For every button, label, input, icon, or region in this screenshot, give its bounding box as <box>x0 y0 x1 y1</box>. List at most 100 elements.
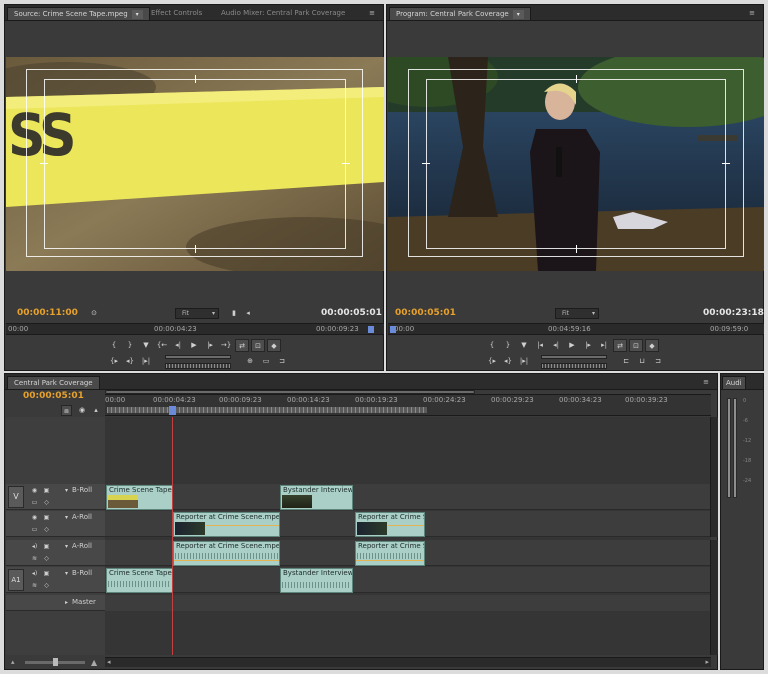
panel-menu-icon[interactable]: ≡ <box>745 8 759 18</box>
audio-clip-reporter-2[interactable]: Reporter at Crime Sce <box>355 541 425 566</box>
go-to-in-icon[interactable]: {← <box>155 339 169 352</box>
output-icon[interactable]: ◆ <box>645 339 659 352</box>
go-to-next-edit-icon[interactable]: ▸| <box>597 339 611 352</box>
step-forward-icon[interactable]: |▸ <box>581 339 595 352</box>
opacity-line[interactable] <box>388 525 424 526</box>
target-video-button[interactable]: V <box>8 486 24 508</box>
panel-menu-icon[interactable]: ≡ <box>699 377 713 387</box>
lock-icon[interactable]: ▣ <box>42 542 51 551</box>
target-audio-button[interactable]: A1 <box>8 569 24 591</box>
tab-audio-meters[interactable]: Audi <box>722 376 746 389</box>
tab-audio-mixer[interactable]: Audio Mixer: Central Park Coverage <box>215 7 351 20</box>
play-icon[interactable]: ▶ <box>565 339 579 352</box>
trim-icon[interactable]: ⊐ <box>651 355 665 368</box>
track-header-a-broll[interactable]: A1 ◂) ▣ ▾ B-Roll ≋ ◇ <box>6 567 105 593</box>
set-out-icon[interactable]: } <box>501 339 515 352</box>
insert-icon[interactable]: ⊕ <box>243 355 257 368</box>
keyframe-icon[interactable]: ◇ <box>42 525 51 534</box>
source-menu-icon[interactable]: ◦ <box>373 310 377 317</box>
play-in-to-out-icon[interactable]: {▸ <box>485 355 499 368</box>
go-to-previous-edit-icon[interactable]: |◂ <box>533 339 547 352</box>
set-in-icon[interactable]: { <box>107 339 121 352</box>
track-header-v-broll[interactable]: V ◉ ▣ ▾ B-Roll ▭ ◇ <box>6 484 105 510</box>
lock-icon[interactable]: ▣ <box>42 486 51 495</box>
marker-icon[interactable]: ▴ <box>89 404 103 417</box>
display-style-icon[interactable]: ▭ <box>30 498 39 507</box>
speaker-icon[interactable]: ◂) <box>30 569 39 578</box>
play-icon[interactable]: ▶ <box>187 339 201 352</box>
video-clip-bystander-interview[interactable]: Bystander Interview 01 <box>280 485 353 510</box>
audio-clip-bystander-interview[interactable]: Bystander Interview 01 <box>280 568 353 593</box>
step-forward-icon[interactable]: |▸ <box>203 339 217 352</box>
set-out-icon[interactable]: } <box>123 339 137 352</box>
toggle-take-icon[interactable]: ⊐ <box>275 355 289 368</box>
timeline-zoom-slider[interactable] <box>25 658 85 666</box>
scroll-right-icon[interactable]: ▸ <box>705 658 709 666</box>
loop-icon[interactable]: ⇄ <box>235 339 249 352</box>
timeline-playhead-timecode[interactable]: 00:00:05:01 <box>23 391 84 401</box>
lock-icon[interactable]: ▣ <box>42 569 51 578</box>
overlay-icon[interactable]: ▭ <box>259 355 273 368</box>
play-around-icon[interactable]: |▸| <box>517 355 531 368</box>
chevron-down-icon[interactable]: ▾ <box>131 9 143 19</box>
waveform-icon[interactable]: ≋ <box>30 554 39 563</box>
safe-margins-icon[interactable]: ⊡ <box>251 339 265 352</box>
source-zoom-select[interactable]: Fit ▾ <box>175 308 219 319</box>
drag-video-icon[interactable]: ⊙ <box>87 307 101 320</box>
audio-tracks-scrollbar[interactable] <box>710 540 718 655</box>
lock-icon[interactable]: ▣ <box>42 513 51 522</box>
track-row-master[interactable] <box>105 595 711 611</box>
horizontal-scrollbar[interactable]: ◂ ▸ <box>105 657 711 667</box>
display-style-icon[interactable]: ▭ <box>30 525 39 534</box>
keyframe-icon[interactable]: ◇ <box>42 554 51 563</box>
collapse-icon[interactable]: ▾ <box>62 569 71 578</box>
keyframe-icon[interactable]: ◇ <box>42 498 51 507</box>
speaker-icon[interactable]: ◂) <box>30 542 39 551</box>
step-back-icon[interactable]: ◂| <box>549 339 563 352</box>
marker-icon[interactable]: ▼ <box>139 339 153 352</box>
drag-video-icon[interactable]: ▮ <box>227 307 241 320</box>
volume-line[interactable] <box>174 560 279 561</box>
video-clip-crime-scene-tape[interactable]: Crime Scene Tape.m <box>106 485 173 510</box>
video-tracks-scrollbar[interactable] <box>710 417 718 537</box>
eye-icon[interactable]: ◉ <box>30 513 39 522</box>
work-area-bar[interactable] <box>107 407 427 413</box>
video-clip-reporter-2[interactable]: Reporter at Crime Scene <box>355 512 425 537</box>
set-in-icon[interactable]: { <box>485 339 499 352</box>
zoom-in-icon[interactable]: ▲ <box>91 658 97 667</box>
timeline-playhead-marker[interactable] <box>169 406 176 415</box>
tab-program[interactable]: Program: Central Park Coverage ▾ <box>389 7 531 20</box>
marker-icon[interactable]: ▼ <box>517 339 531 352</box>
loop-icon[interactable]: ⇄ <box>613 339 627 352</box>
shuttle-icon[interactable]: ◂} <box>123 355 137 368</box>
source-shuttle-slider[interactable] <box>165 355 231 359</box>
snap-icon[interactable]: ⧈ <box>61 405 72 416</box>
keyframe-icon[interactable]: ◇ <box>42 581 51 590</box>
output-icon[interactable]: ◆ <box>267 339 281 352</box>
source-playhead-marker[interactable] <box>368 326 374 333</box>
source-time-ruler[interactable]: 00:00 00:00:04:23 00:00:09:23 <box>6 323 384 335</box>
collapse-icon[interactable]: ▾ <box>62 542 71 551</box>
source-jog-wheel[interactable] <box>165 363 231 369</box>
shuttle-icon[interactable]: ◂} <box>501 355 515 368</box>
track-header-v-aroll[interactable]: ◉ ▣ ▾ A-Roll ▭ ◇ <box>6 511 105 537</box>
zoom-out-icon[interactable]: ▴ <box>11 658 15 666</box>
expand-icon[interactable]: ▸ <box>62 598 71 607</box>
program-jog-wheel[interactable] <box>541 363 607 369</box>
tab-sequence[interactable]: Central Park Coverage <box>7 376 100 389</box>
opacity-line[interactable] <box>206 525 279 526</box>
source-playhead-timecode[interactable]: 00:00:11:00 <box>17 308 78 318</box>
track-header-a-aroll[interactable]: ◂) ▣ ▾ A-Roll ≋ ◇ <box>6 540 105 566</box>
program-shuttle-slider[interactable] <box>541 355 607 359</box>
collapse-icon[interactable]: ▾ <box>62 513 71 522</box>
tab-effect-controls[interactable]: Effect Controls <box>145 7 208 20</box>
timeline-time-ruler[interactable]: 00:00 00:00:04:23 00:00:09:23 00:00:14:2… <box>105 394 711 416</box>
scroll-left-icon[interactable]: ◂ <box>107 658 111 666</box>
go-to-out-icon[interactable]: →} <box>219 339 233 352</box>
program-playhead-marker[interactable] <box>390 326 396 333</box>
program-zoom-select[interactable]: Fit ▾ <box>555 308 599 319</box>
tab-source[interactable]: Source: Crime Scene Tape.mpeg ▾ <box>7 7 150 20</box>
panel-menu-icon[interactable]: ≡ <box>365 8 379 18</box>
track-header-master[interactable]: ▸ Master <box>6 595 105 611</box>
extract-icon[interactable]: ⊔ <box>635 355 649 368</box>
